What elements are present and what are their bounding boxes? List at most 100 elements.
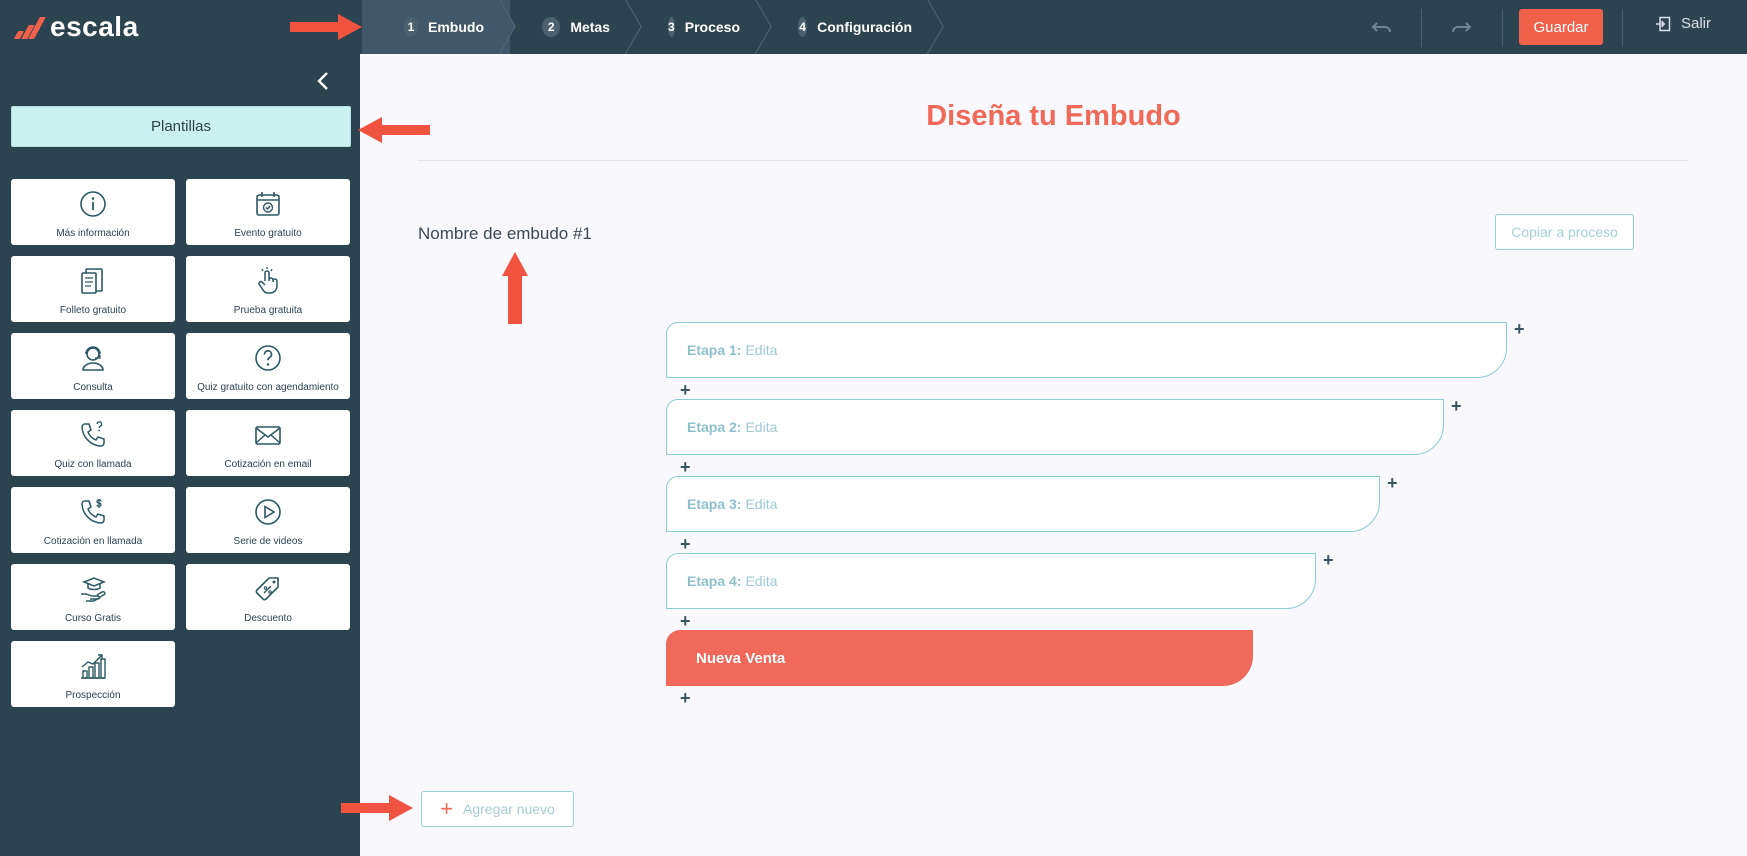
app-logo[interactable]: escala: [10, 10, 139, 44]
redo-icon[interactable]: [1448, 14, 1474, 40]
template-card[interactable]: Descuento: [186, 564, 350, 630]
step-tab-embudo[interactable]: 1 Embudo: [362, 0, 510, 54]
funnel-name[interactable]: Nombre de embudo #1: [418, 224, 592, 244]
graduation-icon: [78, 574, 108, 609]
add-stage-plus-icon[interactable]: +: [680, 458, 691, 476]
app-window: escala 1 Embudo 2 Metas 3 Proceso 4 Conf…: [0, 0, 1747, 856]
add-stage-plus-icon[interactable]: +: [1387, 474, 1398, 492]
template-card[interactable]: Cotización en llamada: [11, 487, 175, 553]
divider: [1421, 9, 1422, 47]
template-card-label: Evento gratuito: [234, 228, 302, 239]
template-card[interactable]: Quiz gratuito con agendamiento: [186, 333, 350, 399]
add-stage-plus-icon[interactable]: +: [1451, 397, 1462, 415]
consultant-icon: [78, 343, 108, 378]
templates-sidebar: Plantillas Más información Evento gratuit…: [0, 54, 360, 856]
step-number: 1: [404, 17, 418, 37]
stage-label: Etapa 3:: [687, 496, 742, 512]
annotation-arrow-left-icon: [358, 117, 430, 143]
collapse-sidebar-icon[interactable]: [316, 68, 330, 99]
stage-edit-link[interactable]: Edita: [745, 496, 777, 512]
template-card-label: Prospección: [65, 690, 121, 701]
template-card[interactable]: Prospección: [11, 641, 175, 707]
template-card[interactable]: Evento gratuito: [186, 179, 350, 245]
step-tab-metas[interactable]: 2 Metas: [510, 0, 636, 54]
growth-chart-icon: [78, 651, 108, 686]
template-card-label: Cotización en email: [224, 459, 312, 470]
save-button[interactable]: Guardar: [1519, 9, 1603, 45]
stage-edit-link[interactable]: Edita: [745, 419, 777, 435]
divider: [1622, 9, 1623, 47]
template-card-label: Curso Gratis: [64, 613, 122, 624]
template-card[interactable]: Cotización en email: [186, 410, 350, 476]
step-label: Configuración: [817, 19, 912, 35]
funnel-stage-3[interactable]: Etapa 3: Edita: [666, 476, 1380, 532]
stage-edit-link[interactable]: Edita: [745, 342, 777, 358]
template-card[interactable]: Más información: [11, 179, 175, 245]
templates-button[interactable]: Plantillas: [11, 106, 351, 147]
template-card[interactable]: Prueba gratuita: [186, 256, 350, 322]
annotation-arrow-right-icon: [341, 795, 413, 821]
final-stage-new-sale[interactable]: Nueva Venta: [666, 630, 1253, 686]
question-icon: [253, 343, 283, 378]
step-navigation: 1 Embudo 2 Metas 3 Proceso 4 Configuraci…: [362, 0, 938, 54]
template-card[interactable]: Consulta: [11, 333, 175, 399]
step-number: 4: [798, 17, 808, 37]
step-tab-configuracion[interactable]: 4 Configuración: [766, 0, 938, 54]
add-stage-plus-icon[interactable]: +: [680, 612, 691, 630]
logo-text: escala: [50, 11, 139, 42]
step-label: Metas: [570, 19, 610, 35]
logo-bars-icon: [10, 13, 48, 41]
template-card-label: Descuento: [244, 613, 292, 624]
add-stage-plus-icon[interactable]: +: [680, 689, 691, 707]
discount-tag-icon: [253, 574, 283, 609]
add-new-label: Agregar nuevo: [463, 801, 555, 817]
play-icon: [253, 497, 283, 532]
template-card[interactable]: Quiz con llamada: [11, 410, 175, 476]
step-chevron: [622, 0, 650, 54]
tap-icon: [253, 266, 283, 301]
template-card-label: Quiz con llamada: [54, 459, 132, 470]
template-card-label: Prueba gratuita: [233, 305, 303, 316]
template-card[interactable]: Curso Gratis: [11, 564, 175, 630]
annotation-arrow-right-icon: [290, 14, 362, 40]
undo-icon[interactable]: [1369, 14, 1395, 40]
calendar-icon: [253, 189, 283, 224]
page-title: Diseña tu Embudo: [926, 100, 1181, 132]
template-card-label: Consulta: [73, 382, 113, 393]
add-stage-plus-icon[interactable]: +: [1323, 551, 1334, 569]
stage-edit-link[interactable]: Edita: [745, 573, 777, 589]
divider: [418, 160, 1688, 161]
template-card[interactable]: Serie de videos: [186, 487, 350, 553]
template-card-label: Serie de videos: [233, 536, 303, 547]
template-card-label: Más información: [56, 228, 130, 239]
step-tab-proceso[interactable]: 3 Proceso: [636, 0, 766, 54]
stage-label: Etapa 4:: [687, 573, 742, 589]
add-new-funnel-button[interactable]: + Agregar nuevo: [421, 791, 574, 827]
step-label: Proceso: [684, 19, 740, 35]
mail-icon: [253, 420, 283, 455]
template-card-label: Cotización en llamada: [43, 536, 143, 547]
step-chevron: [496, 0, 524, 54]
template-card-label: Folleto gratuito: [59, 305, 127, 316]
top-bar: escala 1 Embudo 2 Metas 3 Proceso 4 Conf…: [0, 0, 1747, 54]
phone-question-icon: [78, 420, 108, 455]
exit-label: Salir: [1681, 15, 1712, 32]
step-number: 2: [542, 17, 561, 37]
brochure-icon: [78, 266, 108, 301]
exit-button[interactable]: Salir: [1655, 15, 1711, 32]
copy-to-process-button[interactable]: Copiar a proceso: [1495, 214, 1634, 250]
stage-label: Etapa 1:: [687, 342, 742, 358]
add-stage-plus-icon[interactable]: +: [680, 381, 691, 399]
exit-icon: [1656, 16, 1671, 31]
funnel-stage-2[interactable]: Etapa 2: Edita: [666, 399, 1444, 455]
funnel-stage-4[interactable]: Etapa 4: Edita: [666, 553, 1316, 609]
plus-icon: +: [440, 796, 453, 821]
divider: [1502, 9, 1503, 47]
step-label: Embudo: [428, 19, 484, 35]
info-icon: [78, 189, 108, 224]
funnel-stage-1[interactable]: Etapa 1: Edita: [666, 322, 1507, 378]
template-card[interactable]: Folleto gratuito: [11, 256, 175, 322]
step-number: 3: [668, 17, 675, 37]
add-stage-plus-icon[interactable]: +: [680, 535, 691, 553]
add-stage-plus-icon[interactable]: +: [1514, 320, 1525, 338]
